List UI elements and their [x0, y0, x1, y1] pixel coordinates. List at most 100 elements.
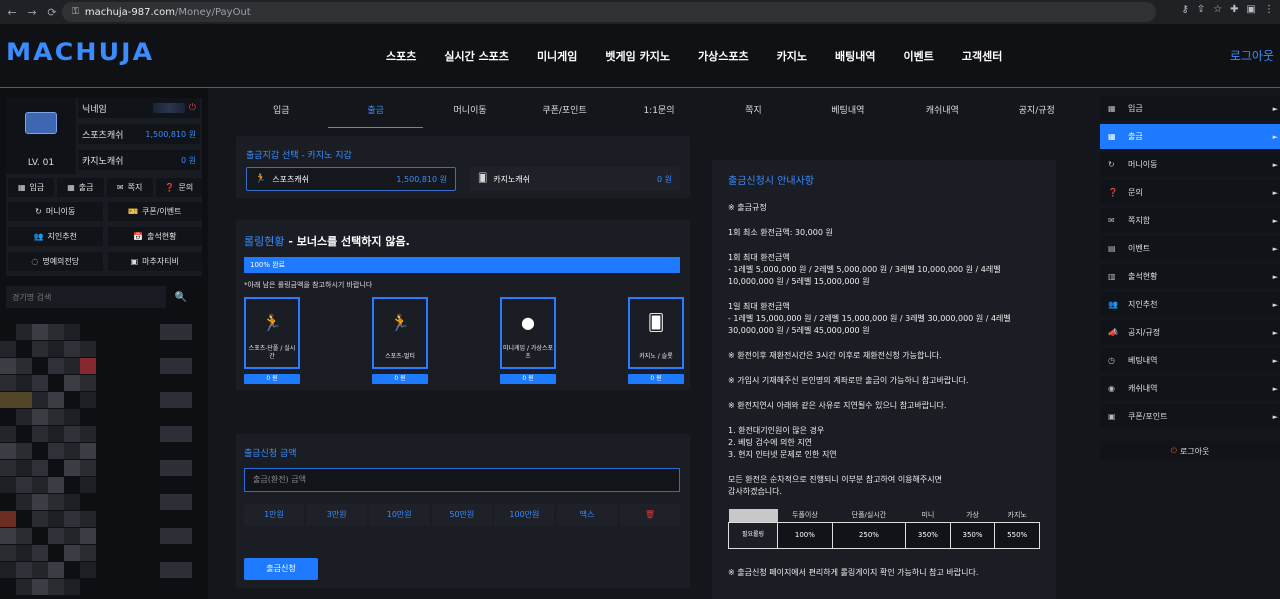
browser-icon[interactable]: ⚷ — [1181, 4, 1188, 15]
search-icon[interactable]: 🔍 — [166, 286, 196, 308]
blurred-row — [16, 494, 32, 510]
browser-icon[interactable]: ⋮ — [1264, 4, 1274, 15]
amount-button[interactable]: 100만원 — [494, 504, 555, 526]
nav-item[interactable]: 카지노 — [763, 48, 821, 64]
quick-button[interactable]: ❓ 문의 — [155, 178, 202, 197]
amount-button[interactable]: 1만원 — [244, 504, 304, 526]
blurred-row — [32, 392, 48, 408]
blurred-row — [0, 460, 16, 476]
blurred-row — [64, 358, 80, 374]
nav-item[interactable]: 미니게임 — [523, 48, 591, 64]
quick-button[interactable]: ▦ 출금 — [57, 178, 104, 197]
level-badge: LV. 01 — [6, 98, 76, 174]
amount-button[interactable]: 50만원 — [431, 504, 492, 526]
rolling-game-box: ● 미니게임 / 가상스포츠 — [500, 297, 556, 369]
rolling-title-status: - 보너스를 선택하지 않음. — [284, 235, 410, 248]
site-logo[interactable]: MACHUJA — [6, 38, 154, 66]
guide-paragraph: 모든 환전은 순차적으로 진행되니 이부분 참고하여 이용해주시면 감사하겠습니… — [728, 475, 942, 496]
quick-button-icon: 📅 — [133, 232, 143, 241]
browser-icon[interactable]: ✚ — [1230, 4, 1238, 15]
game-remaining-value: 0 원 — [628, 374, 684, 384]
blurred-row — [64, 494, 80, 510]
blurred-row — [0, 341, 16, 357]
reload-icon[interactable]: ⟳ — [44, 6, 60, 19]
forward-icon[interactable]: → — [24, 6, 40, 19]
sports-wallet-button[interactable]: 🏃 스포츠캐쉬 1,500,810 원 — [246, 167, 456, 191]
quick-button-icon: ❓ — [164, 183, 175, 192]
nav-item[interactable]: 이벤트 — [889, 48, 947, 64]
amount-button[interactable]: 맥스 — [557, 504, 617, 526]
right-menu-item[interactable]: ◷ 베팅내역 ► — [1100, 348, 1280, 373]
trash-icon[interactable]: 🗑 — [620, 504, 680, 526]
blurred-row — [48, 426, 64, 442]
right-menu-item[interactable]: ✉ 쪽지함 ► — [1100, 208, 1280, 233]
tab-item[interactable]: 출금 — [328, 98, 423, 128]
quick-button[interactable]: ↻ 머니이동 — [8, 202, 103, 221]
blurred-row — [48, 409, 64, 425]
right-menu-item[interactable]: 👥 지인추천 ► — [1100, 292, 1280, 317]
rolling-game-box: 🏃 스포츠-멀티 — [372, 297, 428, 369]
nav-item[interactable]: 배팅내역 — [821, 48, 889, 64]
user-panel: LV. 01 닉네임 ⏻ 스포츠캐쉬 1,500,810 원 카지노캐쉬 0 원… — [6, 98, 202, 276]
right-menu-item[interactable]: ▥ 출석현황 ► — [1100, 264, 1280, 289]
quick-button-label: 지인추천 — [47, 232, 77, 241]
tab-item[interactable]: 1:1문의 — [612, 98, 706, 128]
amount-button[interactable]: 3만원 — [306, 504, 367, 526]
right-logout-button[interactable]: ⏻ 로그아웃 — [1100, 441, 1280, 461]
quick-button[interactable]: ◌ 명예의전당 — [8, 252, 103, 271]
casino-wallet-button[interactable]: 🂠 카지노캐쉬 0 원 — [470, 167, 680, 191]
guide-paragraph: ※ 환전지연시 아래와 같은 사유로 지연될수 있으니 참고바랍니다. — [728, 401, 947, 410]
tab-item[interactable]: 쪽지 — [706, 98, 800, 128]
quick-button[interactable]: ▦ 입금 — [8, 178, 55, 197]
tab-item[interactable]: 베팅내역 — [801, 98, 895, 128]
tab-item[interactable]: 입금 — [234, 98, 328, 128]
nav-item[interactable]: 고객센터 — [948, 48, 1016, 64]
right-menu-item[interactable]: ▦ 입금 ► — [1100, 96, 1280, 121]
runner-icon: 🏃 — [255, 174, 267, 184]
browser-icon[interactable]: ☆ — [1213, 4, 1222, 15]
address-bar[interactable]: ⚿ machuja-987.com /Money/PayOut — [62, 2, 1156, 22]
right-menu-item[interactable]: ◉ 캐쉬내역 ► — [1100, 376, 1280, 401]
right-menu-item[interactable]: ❓ 문의 ► — [1100, 180, 1280, 205]
tab-item[interactable]: 쿠폰/포인트 — [517, 98, 611, 128]
quick-button[interactable]: 🎫 쿠폰/이벤트 — [107, 202, 202, 221]
blurred-odds — [160, 562, 192, 578]
tab-item[interactable]: 캐쉬내역 — [895, 98, 989, 128]
nav-item[interactable]: 실시간 스포츠 — [430, 48, 523, 64]
quick-button[interactable]: 👥 지인추천 — [8, 227, 103, 246]
nickname-label: 닉네임 — [82, 104, 107, 115]
right-menu-item[interactable]: ▦ 출금 ► — [1100, 124, 1280, 149]
nav-item[interactable]: 스포츠 — [372, 48, 430, 64]
sports-wallet-label: 스포츠캐쉬 — [272, 174, 310, 184]
right-menu-item[interactable]: 📣 공지/규정 ► — [1100, 320, 1280, 345]
browser-icon[interactable]: ⇪ — [1197, 4, 1205, 15]
quick-button-label: 입금 — [29, 183, 45, 192]
blurred-row — [0, 392, 16, 408]
right-menu-item[interactable]: ▤ 이벤트 ► — [1100, 236, 1280, 261]
amount-button[interactable]: 10만원 — [369, 504, 430, 526]
blurred-row — [48, 341, 64, 357]
blurred-row — [80, 460, 96, 476]
quick-button[interactable]: 📅 출석현황 — [107, 227, 202, 246]
game-remaining-value: 0 원 — [500, 374, 556, 384]
right-menu: ▦ 입금 ► ▦ 출금 ► ↻ 머니이동 ► ❓ 문의 ► ✉ 쪽지함 ► ▤ 이벤트 ► ▥ 출석현황 ► 👥 지인추천 ►… — [1100, 96, 1280, 429]
quick-button[interactable]: ✉ 쪽지 — [106, 178, 153, 197]
quick-button[interactable]: ▣ 마추자티비 — [107, 252, 202, 271]
withdraw-submit-button[interactable]: 출금신청 — [244, 558, 318, 580]
back-icon[interactable]: ← — [4, 6, 20, 19]
blurred-row — [0, 528, 16, 544]
chevron-right-icon: ► — [1272, 272, 1278, 281]
blurred-row — [80, 443, 96, 459]
tab-item[interactable]: 공지/규정 — [990, 98, 1084, 128]
logout-link[interactable]: 로그아웃 — [1230, 47, 1274, 64]
match-search-input[interactable] — [6, 286, 166, 308]
nav-item[interactable]: 벳게임 카지노 — [591, 48, 684, 64]
nav-item[interactable]: 가상스포츠 — [684, 48, 763, 64]
right-menu-item[interactable]: ↻ 머니이동 ► — [1100, 152, 1280, 177]
withdraw-amount-input[interactable]: 출금(환전) 금액 — [244, 468, 680, 492]
right-menu-item[interactable]: ▣ 쿠폰/포인트 ► — [1100, 404, 1280, 429]
power-icon[interactable]: ⏻ — [189, 103, 196, 113]
browser-icon[interactable]: ▣ — [1247, 4, 1256, 15]
table-header-cell: 가상 — [966, 511, 979, 520]
tab-item[interactable]: 머니이동 — [423, 98, 517, 128]
